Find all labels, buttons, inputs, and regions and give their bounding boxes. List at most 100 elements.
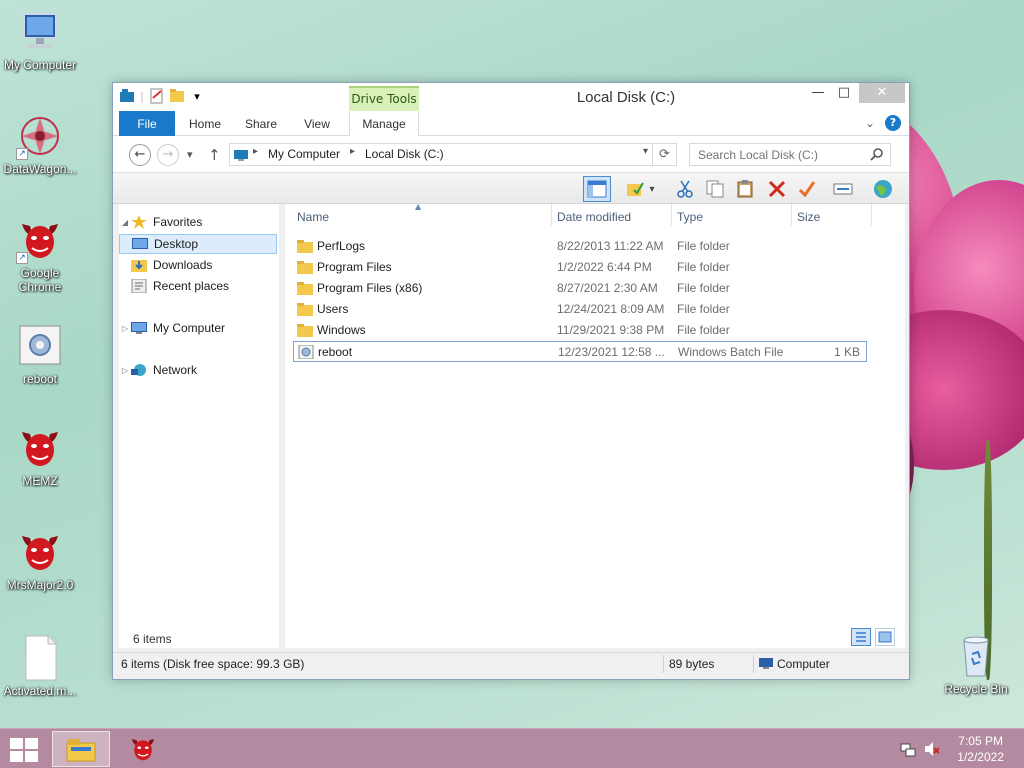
desktop-icon-memz[interactable]: MEMZ xyxy=(0,424,80,488)
address-dropdown-icon[interactable]: ▾ xyxy=(643,146,648,157)
computer-icon xyxy=(16,8,64,56)
computer-icon xyxy=(131,322,147,334)
tab-view[interactable]: View xyxy=(291,111,343,136)
devil-icon xyxy=(131,739,155,761)
windows-logo-icon xyxy=(10,738,38,762)
tab-share[interactable]: Share xyxy=(235,111,287,136)
title-bar[interactable]: | ▾ Drive Tools Local Disk (C:) — □ ✕ xyxy=(113,83,909,111)
volume-muted-tray-icon[interactable] xyxy=(924,741,940,757)
devil-icon xyxy=(16,528,64,576)
rename-button[interactable] xyxy=(829,176,857,202)
desktop-icon-my-computer[interactable]: My Computer xyxy=(0,8,80,72)
ribbon-expand-icon[interactable]: ⌄ xyxy=(865,116,875,130)
details-view-icon xyxy=(856,632,866,642)
back-button[interactable]: ← xyxy=(129,144,151,166)
search-icon[interactable] xyxy=(870,147,884,161)
network-globe-button[interactable] xyxy=(869,176,897,202)
details-view-button[interactable] xyxy=(851,628,871,646)
up-button[interactable]: ↑ xyxy=(208,144,221,166)
clock[interactable]: 7:05 PM 1/2/2022 xyxy=(957,733,1004,765)
column-header-type[interactable]: Type xyxy=(677,210,703,224)
column-separator[interactable] xyxy=(871,204,872,226)
desktop-icon-mrsmajor[interactable]: MrsMajor2.0 xyxy=(0,528,80,592)
nav-favorites[interactable]: ◢ Favorites xyxy=(119,212,277,232)
folder-options-dropdown-icon[interactable]: ▾ xyxy=(645,176,659,202)
explorer-window: | ▾ Drive Tools Local Disk (C:) — □ ✕ Fi… xyxy=(112,82,910,680)
file-row[interactable]: Users 12/24/2021 8:09 AM File folder xyxy=(293,299,867,320)
file-row-selected[interactable]: reboot 12/23/2021 12:58 ... Windows Batc… xyxy=(293,341,867,362)
computer-icon xyxy=(233,147,249,166)
pane-icon xyxy=(587,180,607,198)
navigation-bar: ← → ▾ ↑ ▸ My Computer ▸ Local Disk (C:) … xyxy=(113,136,909,172)
nav-downloads[interactable]: Downloads xyxy=(119,255,277,275)
start-button[interactable] xyxy=(10,738,38,762)
breadcrumb-my-computer[interactable]: My Computer xyxy=(268,147,340,161)
clock-date: 1/2/2022 xyxy=(957,750,1004,764)
folder-icon xyxy=(297,261,313,274)
taskbar-devil-app[interactable] xyxy=(114,731,172,767)
command-toolbar: ▾ xyxy=(113,172,909,204)
recycle-bin-icon xyxy=(952,632,1000,680)
column-separator[interactable] xyxy=(551,204,552,226)
file-row[interactable]: Program Files (x86) 8/27/2021 2:30 AM Fi… xyxy=(293,278,867,299)
delete-x-icon xyxy=(768,180,786,198)
nav-network[interactable]: ▷ Network xyxy=(119,360,277,380)
nav-recent-places[interactable]: Recent places xyxy=(119,276,277,296)
collapsed-arrow-icon[interactable]: ▷ xyxy=(119,324,131,333)
forward-button[interactable]: → xyxy=(157,144,179,166)
desktop-icon-datawagon[interactable]: ↗ DataWagon... xyxy=(0,112,80,176)
delete-button[interactable] xyxy=(763,176,791,202)
collapsed-arrow-icon[interactable]: ▷ xyxy=(119,366,131,375)
taskbar-file-explorer[interactable] xyxy=(52,731,110,767)
downloads-icon xyxy=(131,260,147,272)
recent-locations-icon[interactable]: ▾ xyxy=(187,144,193,166)
search-box[interactable] xyxy=(689,143,891,166)
maximize-button[interactable]: □ xyxy=(831,83,857,103)
tab-file[interactable]: File xyxy=(119,111,175,136)
refresh-button[interactable]: ⟳ xyxy=(652,144,676,165)
column-header-size[interactable]: Size xyxy=(797,210,820,224)
desktop-icon-reboot[interactable]: reboot xyxy=(0,322,80,386)
window-title: Local Disk (C:) xyxy=(576,89,676,106)
column-separator[interactable] xyxy=(671,204,672,226)
file-row[interactable]: PerfLogs 8/22/2013 11:22 AM File folder xyxy=(293,236,867,257)
copy-icon xyxy=(706,180,724,198)
paste-button[interactable] xyxy=(731,176,759,202)
clipboard-icon xyxy=(737,180,753,198)
document-icon xyxy=(16,634,64,682)
large-icons-view-button[interactable] xyxy=(875,628,895,646)
minimize-button[interactable]: — xyxy=(805,83,831,103)
file-list: Name ▲ Date modified Type Size PerfLogs … xyxy=(285,202,905,648)
tab-home[interactable]: Home xyxy=(179,111,231,136)
view-switcher xyxy=(851,628,895,646)
check-button[interactable] xyxy=(793,176,821,202)
nav-my-computer[interactable]: ▷ My Computer xyxy=(119,318,277,338)
sort-arrow-icon: ▲ xyxy=(415,202,422,211)
desktop-icon-activated[interactable]: Activated.m... xyxy=(0,634,80,698)
address-bar[interactable]: ▸ My Computer ▸ Local Disk (C:) ▾ ⟳ xyxy=(229,143,677,166)
file-row[interactable]: Windows 11/29/2021 9:38 PM File folder xyxy=(293,320,867,341)
column-header-date[interactable]: Date modified xyxy=(557,210,631,224)
desktop-icon-recycle-bin[interactable]: Recycle Bin xyxy=(936,632,1016,696)
search-input[interactable] xyxy=(690,144,860,165)
close-button[interactable]: ✕ xyxy=(859,83,905,103)
help-icon[interactable]: ? xyxy=(885,115,901,131)
desktop-icon-google-chrome[interactable]: ↗ Google Chrome xyxy=(0,216,80,294)
datawagon-icon: ↗ xyxy=(16,112,64,160)
breadcrumb-local-disk[interactable]: Local Disk (C:) xyxy=(365,147,444,161)
cut-button[interactable] xyxy=(671,176,699,202)
expanded-arrow-icon[interactable]: ◢ xyxy=(119,218,131,227)
tab-manage[interactable]: Manage xyxy=(349,111,419,136)
globe-icon xyxy=(874,180,892,198)
copy-button[interactable] xyxy=(701,176,729,202)
status-location: Computer xyxy=(777,657,830,671)
nav-desktop[interactable]: Desktop xyxy=(119,234,277,254)
network-tray-icon[interactable] xyxy=(900,741,916,757)
navigation-pane-button[interactable] xyxy=(583,176,611,202)
file-row[interactable]: Program Files 1/2/2022 6:44 PM File fold… xyxy=(293,257,867,278)
computer-icon xyxy=(759,658,773,669)
column-separator[interactable] xyxy=(791,204,792,226)
folder-check-icon xyxy=(627,182,644,196)
column-header-name[interactable]: Name xyxy=(297,210,329,224)
ribbon-tabs: File Home Share View Manage ⌄ ? xyxy=(113,111,909,136)
